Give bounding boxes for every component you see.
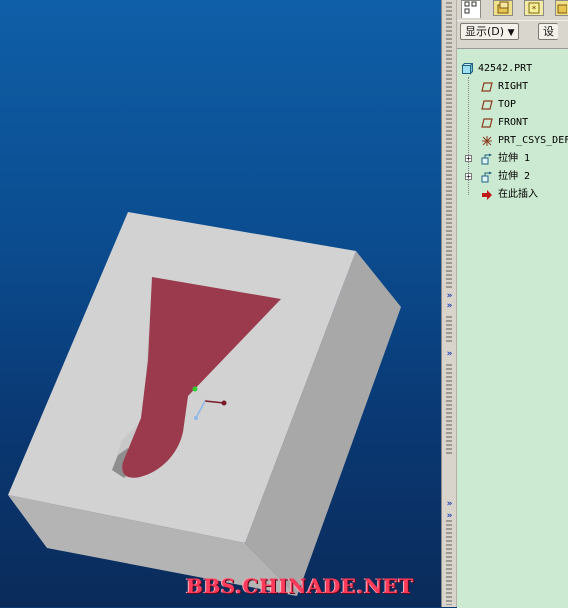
splitter-grip[interactable]	[446, 364, 452, 454]
tree-item-label: 拉伸 1	[498, 153, 531, 164]
collapse-chevron-icon[interactable]: »	[445, 292, 454, 301]
tree-root-label: 42542.PRT	[478, 63, 533, 74]
expand-toggle-icon[interactable]: +	[465, 155, 472, 163]
tree-item-front[interactable]: FRONT	[457, 115, 568, 131]
show-menu-label: 显示(D)	[465, 25, 505, 38]
datum-plane-icon	[481, 100, 493, 110]
datum-plane-icon	[481, 82, 493, 92]
datum-plane-icon	[481, 118, 493, 128]
tree-item-label: RIGHT	[498, 81, 529, 92]
extrude-icon	[481, 171, 492, 183]
model-tree-tab[interactable]	[461, 0, 481, 18]
tree-item-insert-here[interactable]: 在此插入	[457, 187, 568, 203]
tree-controls: 显示(D) ▼ 设	[457, 20, 568, 45]
tree-item-label: PRT_CSYS_DEF	[498, 135, 568, 146]
coordinate-system-icon	[482, 136, 492, 146]
collapse-chevron-icon[interactable]: »	[445, 302, 454, 311]
favorites-tab[interactable]: *	[524, 0, 544, 16]
extrude-icon	[481, 153, 492, 165]
splitter-grip[interactable]	[446, 316, 452, 344]
tree-item-extrude-1[interactable]: + 拉伸 1	[457, 151, 568, 167]
splitter-grip[interactable]	[446, 2, 452, 288]
graphics-viewport[interactable]: BBS.CHINADE.NET	[0, 0, 441, 607]
navigator-tabs: *	[457, 0, 568, 20]
splitter-grip[interactable]	[446, 520, 452, 605]
favorites-icon: *	[528, 2, 540, 15]
settings-menu-button[interactable]: 设	[538, 23, 558, 40]
part-icon	[461, 63, 473, 75]
tree-item-right[interactable]: RIGHT	[457, 79, 568, 95]
folder-browser-icon	[497, 1, 509, 14]
tree-item-label: TOP	[498, 99, 517, 110]
tree-item-label: FRONT	[498, 117, 529, 128]
tree-item-label: 拉伸 2	[498, 171, 531, 182]
panel-splitter[interactable]: » » » » »	[441, 0, 457, 607]
svg-text:*: *	[532, 5, 537, 15]
watermark-text: BBS.CHINADE.NET	[186, 574, 414, 598]
insert-here-arrow-icon	[482, 190, 492, 200]
part-model-3d[interactable]	[0, 0, 441, 607]
tree-item-top[interactable]: TOP	[457, 97, 568, 113]
collapse-chevron-icon[interactable]: »	[445, 350, 454, 359]
tree-item-csys[interactable]: PRT_CSYS_DEF	[457, 133, 568, 149]
expand-toggle-icon[interactable]: +	[465, 173, 472, 181]
folder-browser-tab[interactable]	[493, 0, 513, 16]
model-tree: 42542.PRT RIGHT TOP FRONT PRT_CSYS_DEF +…	[457, 48, 568, 608]
model-tree-icon	[464, 1, 477, 14]
folder-tab[interactable]	[555, 0, 568, 16]
show-menu-button[interactable]: 显示(D) ▼	[460, 23, 520, 40]
tree-item-extrude-2[interactable]: + 拉伸 2	[457, 169, 568, 185]
settings-menu-label: 设	[543, 25, 554, 38]
tree-root-item[interactable]: 42542.PRT	[457, 61, 568, 77]
collapse-chevron-icon[interactable]: »	[445, 500, 454, 509]
folder-icon	[557, 4, 568, 14]
dropdown-caret-icon: ▼	[507, 28, 515, 38]
tree-item-label: 在此插入	[498, 189, 538, 200]
navigator-panel: * 显示(D) ▼ 设 42542.PRT RIGHT TOP FRONT PR…	[457, 0, 568, 608]
